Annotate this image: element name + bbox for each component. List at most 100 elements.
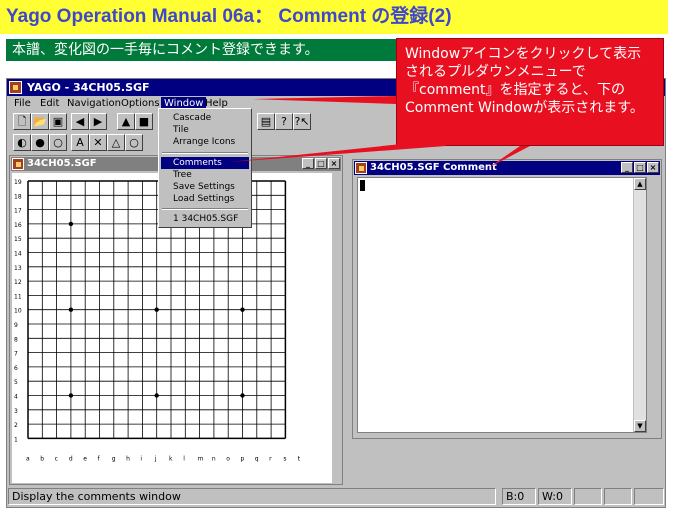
maximize-icon[interactable]: □ [315, 158, 327, 169]
column-label: m [198, 455, 204, 462]
menu-separator [162, 208, 248, 210]
comment-scrollbar[interactable]: ▲ ▼ [633, 178, 646, 432]
column-label: l [183, 455, 185, 462]
row-label: 11 [14, 293, 22, 300]
mark-triangle-button[interactable]: △ [107, 134, 125, 151]
context-help-icon[interactable]: ?↖ [293, 113, 311, 130]
menu-file[interactable]: File [11, 97, 34, 110]
mark-cross-button[interactable]: ✕ [89, 134, 107, 151]
comment-close-icon[interactable]: × [647, 162, 659, 173]
row-label: 15 [14, 236, 22, 243]
white-stone-icon[interactable]: ○ [49, 134, 67, 151]
star-point [68, 393, 74, 398]
row-label: 2 [14, 422, 18, 429]
minimize-icon[interactable]: _ [302, 158, 314, 169]
column-label: h [126, 455, 130, 462]
row-label: 14 [14, 251, 22, 258]
column-label: n [212, 455, 216, 462]
white-captures: W:0 [538, 488, 572, 505]
status-empty-cell [604, 488, 632, 505]
text-cursor [360, 180, 365, 191]
half-stone-icon[interactable]: ◐ [13, 134, 31, 151]
row-label: 18 [14, 193, 22, 200]
save-icon[interactable]: ▣ [49, 113, 67, 130]
comment-window-titlebar: 34CH05.SGF Comment _ □ × [354, 161, 660, 175]
column-label: t [298, 455, 301, 462]
row-label: 3 [14, 408, 18, 415]
column-label: q [255, 455, 259, 462]
label-a-button[interactable]: A [71, 134, 89, 151]
row-label: 4 [14, 394, 18, 401]
yago-app-icon[interactable] [9, 81, 22, 94]
column-label: s [283, 455, 286, 462]
close-icon[interactable]: × [328, 158, 340, 169]
row-label: 7 [14, 351, 18, 358]
comment-window-icon[interactable] [355, 162, 367, 174]
app-title: YAGO - 34CH05.SGF [27, 81, 150, 94]
print-icon[interactable]: ▤ [257, 113, 275, 130]
row-label: 13 [14, 265, 22, 272]
column-label: r [269, 455, 272, 462]
menu-separator [162, 152, 248, 154]
comment-window: 34CH05.SGF Comment _ □ × ▲ ▼ [352, 159, 662, 439]
row-label: 1 [14, 436, 18, 443]
row-label: 9 [14, 322, 18, 329]
menu-item-comments[interactable]: Comments [161, 157, 249, 169]
menu-item-load-settings[interactable]: Load Settings [161, 193, 249, 205]
column-label: g [112, 455, 116, 462]
star-point [240, 393, 245, 398]
row-label: 8 [14, 336, 18, 343]
menu-options[interactable]: Options [118, 97, 163, 110]
column-label: p [241, 455, 245, 462]
menu-navigation[interactable]: Navigation [64, 97, 124, 110]
row-label: 5 [14, 379, 18, 386]
row-label: 19 [14, 179, 22, 186]
menu-item-tree[interactable]: Tree [161, 169, 249, 181]
star-point [154, 307, 159, 312]
menu-item-open-file[interactable]: 1 34CH05.SGF [161, 213, 249, 225]
column-label: c [55, 455, 58, 462]
status-message: Display the comments window [8, 488, 496, 505]
star-point [154, 393, 159, 398]
statusbar: Display the comments window B:0 W:0 [8, 488, 664, 506]
status-empty-cell [574, 488, 602, 505]
column-label: e [83, 455, 87, 462]
star-point [68, 221, 74, 227]
column-label: f [98, 455, 101, 462]
menu-item-arrange-icons[interactable]: Arrange Icons [161, 136, 249, 148]
mark-circle-button[interactable]: ○ [125, 134, 143, 151]
comment-maximize-icon[interactable]: □ [634, 162, 646, 173]
new-file-icon[interactable]: 🗋 [13, 113, 31, 130]
row-label: 10 [14, 308, 22, 315]
row-label: 6 [14, 365, 18, 372]
explanation-callout: Windowアイコンをクリックして表示されるプルダウンメニューで『comment… [396, 38, 664, 146]
stop-icon[interactable]: ■ [135, 113, 153, 130]
up-variation-icon[interactable]: ▲ [117, 113, 135, 130]
menu-item-cascade[interactable]: Cascade [161, 112, 249, 124]
row-label: 16 [14, 222, 22, 229]
column-label: j [154, 455, 157, 462]
black-stone-icon[interactable]: ● [31, 134, 49, 151]
help-icon[interactable]: ? [275, 113, 293, 130]
menu-item-tile[interactable]: Tile [161, 124, 249, 136]
manual-title-banner: Yago Operation Manual 06a： Comment の登録(2… [0, 0, 668, 34]
scroll-up-icon[interactable]: ▲ [634, 178, 646, 190]
next-move-icon[interactable]: ▶ [89, 113, 107, 130]
scroll-down-icon[interactable]: ▼ [634, 420, 646, 432]
comment-window-title: 34CH05.SGF Comment [370, 162, 497, 173]
menu-edit[interactable]: Edit [37, 97, 62, 110]
black-captures: B:0 [502, 488, 536, 505]
prev-move-icon[interactable]: ◀ [71, 113, 89, 130]
column-label: o [226, 455, 230, 462]
star-point [68, 307, 74, 312]
column-label: d [69, 455, 73, 462]
star-point [240, 307, 245, 312]
open-folder-icon[interactable]: 📂 [31, 113, 49, 130]
column-label: i [140, 455, 142, 462]
row-label: 17 [14, 208, 22, 215]
board-window-icon[interactable] [12, 158, 24, 170]
comment-minimize-icon[interactable]: _ [621, 162, 633, 173]
manual-subtitle-banner: 本譜、変化図の一手毎にコメント登録できます。 [6, 39, 399, 61]
comment-textarea[interactable]: ▲ ▼ [357, 177, 647, 433]
menu-item-save-settings[interactable]: Save Settings [161, 181, 249, 193]
